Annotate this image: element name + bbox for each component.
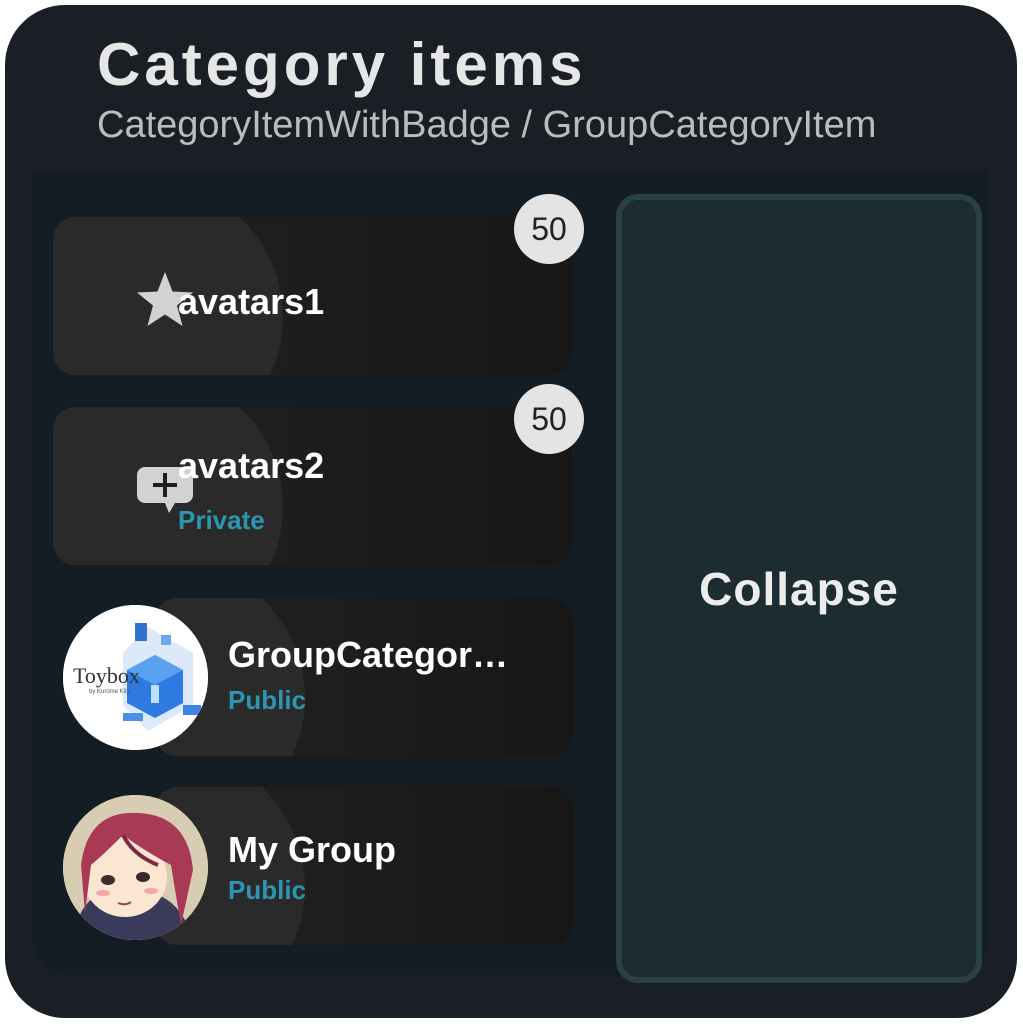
group-title: GroupCategor… [228, 634, 509, 675]
page-subtitle: CategoryItemWithBadge / GroupCategoryIte… [97, 104, 877, 146]
group-visibility: Public [228, 875, 307, 905]
category-item-avatars2[interactable]: avatars2 Private [53, 407, 572, 565]
window: Category items CategoryItemWithBadge / G… [5, 5, 1017, 1018]
item-title: avatars2 [178, 445, 325, 486]
collapse-button[interactable]: Collapse [616, 194, 982, 983]
group-avatar: Toybox by Kurome Kits [63, 605, 208, 750]
group-item-my-group[interactable]: My Group Public [155, 787, 573, 945]
item-title: avatars1 [178, 281, 325, 322]
group-avatar [63, 795, 208, 940]
group-visibility: Public [228, 685, 307, 715]
count-badge: 50 [514, 194, 584, 264]
logo-caption: by Kurome Kits [89, 689, 130, 695]
group-title: My Group [228, 829, 396, 870]
category-item-avatars1[interactable]: avatars1 [53, 217, 572, 375]
logo-text: Toybox [73, 663, 140, 688]
page-title: Category items [97, 31, 587, 98]
anime-character-avatar-icon [63, 795, 208, 940]
group-item-toybox[interactable]: GroupCategor… Public [155, 598, 573, 756]
count-badge: 50 [514, 384, 584, 454]
item-visibility: Private [178, 505, 265, 535]
